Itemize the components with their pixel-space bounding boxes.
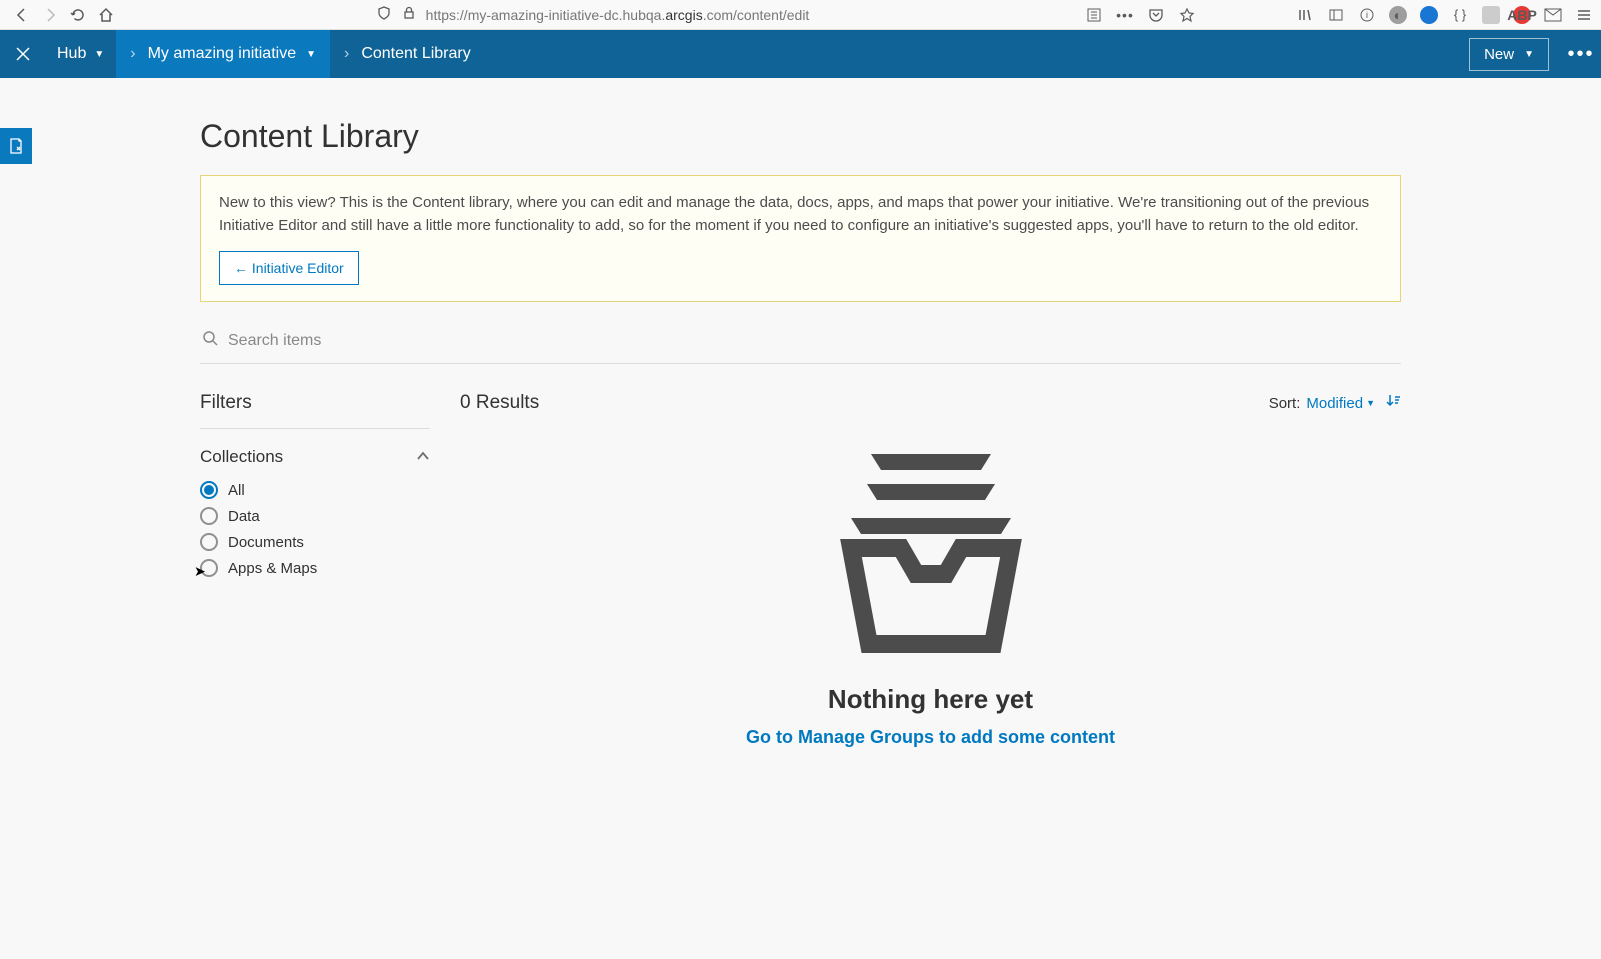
main-content: Content Library New to this view? This i… xyxy=(200,78,1401,748)
radio-label: All xyxy=(228,482,245,499)
extension-icons: i ◐ { } ABP xyxy=(1296,6,1593,24)
sort-control: Sort: Modified ▼ xyxy=(1269,393,1401,413)
empty-state: Nothing here yet Go to Manage Groups to … xyxy=(460,444,1401,748)
initiative-editor-button[interactable]: ← Initiative Editor xyxy=(219,251,359,285)
filters-panel: Filters Collections All Data Docum xyxy=(200,392,430,748)
collections-header[interactable]: Collections xyxy=(200,447,430,467)
menu-dots-icon[interactable]: ••• xyxy=(1116,6,1134,24)
results-count: 0 Results xyxy=(460,392,539,414)
search-row xyxy=(200,320,1401,364)
hub-label: Hub xyxy=(57,45,86,63)
ext-icon-2[interactable] xyxy=(1420,6,1438,24)
url-text: https://my-amazing-initiative-dc.hubqa.a… xyxy=(426,7,810,23)
browser-right-icons: ••• xyxy=(1085,6,1196,24)
radio-all[interactable]: All xyxy=(200,481,430,499)
notice-banner: New to this view? This is the Content li… xyxy=(200,175,1401,302)
hub-dropdown[interactable]: Hub ▼ xyxy=(45,45,116,63)
radio-data[interactable]: Data xyxy=(200,507,430,525)
pocket-icon[interactable] xyxy=(1147,6,1165,24)
url-bar[interactable]: https://my-amazing-initiative-dc.hubqa.a… xyxy=(376,5,810,24)
new-button[interactable]: New ▼ xyxy=(1469,38,1549,71)
radio-icon xyxy=(200,559,218,577)
braces-icon[interactable]: { } xyxy=(1451,6,1469,24)
caret-down-icon: ▼ xyxy=(306,49,316,60)
radio-icon xyxy=(200,533,218,551)
crumb-library-label: Content Library xyxy=(361,45,470,63)
sort-label: Sort: xyxy=(1269,395,1301,412)
lock-icon xyxy=(402,6,416,23)
radio-apps-maps[interactable]: Apps & Maps xyxy=(200,559,430,577)
sort-value-label: Modified xyxy=(1306,395,1363,412)
search-input[interactable] xyxy=(228,332,1401,350)
more-menu-button[interactable]: ••• xyxy=(1561,43,1601,66)
info-icon[interactable]: i xyxy=(1358,6,1376,24)
results-header: 0 Results Sort: Modified ▼ xyxy=(460,392,1401,414)
chevron-right-icon: › xyxy=(130,45,135,63)
empty-inbox-icon xyxy=(821,444,1041,664)
sort-direction-button[interactable] xyxy=(1385,393,1401,413)
collections-radio-list: All Data Documents Apps & Maps xyxy=(200,481,430,577)
ext-icon-1[interactable]: ◐ xyxy=(1389,6,1407,24)
caret-down-icon: ▼ xyxy=(94,49,104,60)
radio-label: Apps & Maps xyxy=(228,560,317,577)
sort-dropdown[interactable]: Modified ▼ xyxy=(1306,395,1375,412)
radio-icon xyxy=(200,507,218,525)
notice-text: New to this view? This is the Content li… xyxy=(219,192,1382,237)
results-panel: 0 Results Sort: Modified ▼ xyxy=(460,392,1401,748)
initiative-editor-label: ← Initiative Editor xyxy=(234,260,344,276)
radio-label: Documents xyxy=(228,534,304,551)
search-icon xyxy=(202,330,218,351)
manage-groups-link[interactable]: Go to Manage Groups to add some content xyxy=(746,727,1115,748)
browser-toolbar: https://my-amazing-initiative-dc.hubqa.a… xyxy=(0,0,1601,30)
radio-icon xyxy=(200,481,218,499)
chevron-up-icon xyxy=(416,449,430,466)
collections-label: Collections xyxy=(200,447,283,467)
svg-text:i: i xyxy=(1366,10,1368,20)
empty-title: Nothing here yet xyxy=(828,684,1033,715)
new-button-label: New xyxy=(1484,46,1514,63)
app-header: Hub ▼ › My amazing initiative ▼ › Conten… xyxy=(0,30,1601,78)
reload-button[interactable] xyxy=(64,1,92,29)
sidebar-icon[interactable] xyxy=(1327,6,1345,24)
radio-label: Data xyxy=(228,508,260,525)
breadcrumb-content-library[interactable]: › Content Library xyxy=(330,30,485,78)
back-button[interactable] xyxy=(8,1,36,29)
page-title: Content Library xyxy=(200,118,1401,155)
mail-icon[interactable] xyxy=(1544,6,1562,24)
radio-documents[interactable]: Documents xyxy=(200,533,430,551)
close-button[interactable] xyxy=(0,30,45,78)
star-icon[interactable] xyxy=(1178,6,1196,24)
filters-title: Filters xyxy=(200,392,430,429)
shield-icon xyxy=(376,5,392,24)
caret-down-icon: ▼ xyxy=(1524,49,1534,60)
chevron-right-icon: › xyxy=(344,45,349,63)
ext-icon-3[interactable] xyxy=(1482,6,1500,24)
hamburger-icon[interactable] xyxy=(1575,6,1593,24)
crumb-initiative-label: My amazing initiative xyxy=(148,45,297,63)
breadcrumb-initiative[interactable]: › My amazing initiative ▼ xyxy=(116,30,330,78)
forward-button[interactable] xyxy=(36,1,64,29)
abp-icon[interactable]: ABP xyxy=(1513,6,1531,24)
home-button[interactable] xyxy=(92,1,120,29)
reader-icon[interactable] xyxy=(1085,6,1103,24)
side-panel-tab[interactable] xyxy=(0,128,32,164)
library-icon[interactable] xyxy=(1296,6,1314,24)
caret-down-icon: ▼ xyxy=(1366,398,1375,408)
